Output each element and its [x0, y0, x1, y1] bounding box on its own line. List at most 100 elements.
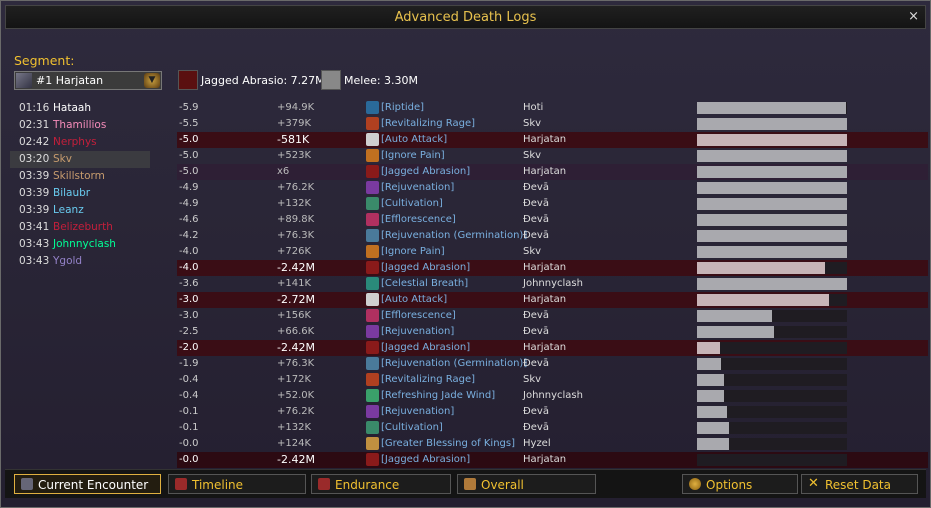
health-bar-track	[697, 374, 847, 386]
death-list-item[interactable]: 03:39 Skillstorm	[10, 168, 150, 185]
health-bar-fill	[697, 134, 847, 146]
log-row[interactable]: -4.6 +89.8K [Efflorescence] Đevā	[177, 212, 928, 228]
spell-icon	[366, 101, 379, 114]
log-source: Johnnyclash	[523, 278, 583, 289]
log-amount: x6	[277, 166, 290, 177]
title-bar[interactable]: Advanced Death Logs ×	[5, 5, 926, 29]
death-list-item[interactable]: 03:43 Johnnyclash	[10, 236, 150, 253]
log-row[interactable]: -0.0 -2.42M [Jagged Abrasion] Harjatan	[177, 452, 928, 468]
death-time: 03:20	[19, 153, 50, 165]
sword-icon	[321, 70, 341, 90]
log-amount: +132K	[277, 198, 312, 209]
log-spell-name: [Rejuvenation (Germination)]	[381, 230, 528, 241]
log-row[interactable]: -0.4 +52.0K [Refreshing Jade Wind] Johnnycl…	[177, 388, 928, 404]
log-source: Harjatan	[523, 166, 567, 177]
log-spell-name: [Riptide]	[381, 102, 425, 113]
death-list-item[interactable]: 03:43 Ygold	[10, 253, 150, 270]
log-row[interactable]: -4.0 -2.42M [Jagged Abrasion] Harjatan	[177, 260, 928, 276]
log-row[interactable]: -0.1 +76.2K [Rejuvenation] Đevā	[177, 404, 928, 420]
death-list-item[interactable]: 02:31 Thamillios	[10, 117, 150, 134]
tab-label: Overall	[481, 478, 524, 492]
window-title: Advanced Death Logs	[394, 10, 537, 25]
spell-icon	[366, 437, 379, 450]
health-bar-fill	[697, 118, 847, 130]
log-row[interactable]: -4.9 +76.2K [Rejuvenation] Đevā	[177, 180, 928, 196]
log-source: Skv	[523, 118, 542, 129]
log-source: Harjatan	[523, 294, 567, 305]
log-amount: +76.3K	[277, 230, 315, 241]
health-bar-track	[697, 326, 847, 338]
death-list-item[interactable]: 03:39 Leanz	[10, 202, 150, 219]
log-row[interactable]: -5.9 +94.9K [Riptide] Hoti	[177, 100, 928, 116]
log-row[interactable]: -5.5 +379K [Revitalizing Rage] Skv	[177, 116, 928, 132]
log-time: -2.0	[179, 342, 199, 353]
log-amount: +523K	[277, 150, 312, 161]
options-button[interactable]: Options	[682, 474, 798, 494]
tab-overall[interactable]: Overall	[457, 474, 596, 494]
log-row[interactable]: -3.6 +141K [Celestial Breath] Johnnyclash	[177, 276, 928, 292]
health-bar-track	[697, 102, 847, 114]
health-bar-track	[697, 358, 847, 370]
log-spell-name: [Jagged Abrasion]	[381, 262, 471, 273]
spell-icon	[366, 213, 379, 226]
log-time: -0.4	[179, 390, 199, 401]
death-list-item[interactable]: 03:20 Skv	[10, 151, 150, 168]
health-bar-fill	[697, 358, 721, 370]
health-bar-fill	[697, 278, 847, 290]
log-time: -5.9	[179, 102, 199, 113]
health-bar-fill	[697, 326, 774, 338]
log-row[interactable]: -5.0 x6 [Jagged Abrasion] Harjatan	[177, 164, 928, 180]
death-list-item[interactable]: 03:39 Bilaubr	[10, 185, 150, 202]
log-row[interactable]: -3.0 -2.72M [Auto Attack] Harjatan	[177, 292, 928, 308]
health-bar-track	[697, 198, 847, 210]
health-bar-track	[697, 438, 847, 450]
segment-selected: #1 Harjatan	[36, 74, 104, 87]
tab-timeline[interactable]: Timeline	[168, 474, 306, 494]
health-bar-fill	[697, 246, 847, 258]
log-amount: +379K	[277, 118, 312, 129]
spell-icon	[366, 293, 379, 306]
log-source: Đevā	[523, 230, 549, 241]
death-player-name: Belizeburth	[53, 221, 113, 233]
death-player-name: Skillstorm	[53, 170, 105, 182]
log-amount: +141K	[277, 278, 312, 289]
log-row[interactable]: -0.0 +124K [Greater Blessing of Kings] Hyze…	[177, 436, 928, 452]
log-time: -0.1	[179, 406, 199, 417]
log-row[interactable]: -0.4 +172K [Revitalizing Rage] Skv	[177, 372, 928, 388]
reset-data-button[interactable]: ✕ Reset Data	[801, 474, 918, 494]
log-row[interactable]: -1.9 +76.3K [Rejuvenation (Germination)] Đe…	[177, 356, 928, 372]
log-row[interactable]: -0.1 +132K [Cultivation] Đevā	[177, 420, 928, 436]
log-row[interactable]: -4.0 +726K [Ignore Pain] Skv	[177, 244, 928, 260]
log-row[interactable]: -4.9 +132K [Cultivation] Đevā	[177, 196, 928, 212]
death-list-item[interactable]: 02:42 Nerphys	[10, 134, 150, 151]
close-icon[interactable]: ×	[908, 9, 919, 24]
log-row[interactable]: -5.0 +523K [Ignore Pain] Skv	[177, 148, 928, 164]
log-row[interactable]: -3.0 +156K [Efflorescence] Đevā	[177, 308, 928, 324]
tombstone-icon	[464, 478, 476, 490]
chevron-down-icon[interactable]: ▼	[144, 73, 160, 88]
death-list-item[interactable]: 03:41 Belizeburth	[10, 219, 150, 236]
log-amount: +76.2K	[277, 182, 315, 193]
death-list-item[interactable]: 01:16 Hataah	[10, 100, 150, 117]
segment-dropdown[interactable]: #1 Harjatan ▼	[14, 71, 162, 90]
log-spell-name: [Revitalizing Rage]	[381, 118, 476, 129]
health-bar-track	[697, 390, 847, 402]
health-bar-fill	[697, 406, 727, 418]
tab-current-encounter[interactable]: Current Encounter	[14, 474, 161, 494]
log-row[interactable]: -4.2 +76.3K [Rejuvenation (Germination)] Đe…	[177, 228, 928, 244]
death-time: 03:39	[19, 170, 50, 182]
spell-icon	[366, 357, 379, 370]
log-amount: +132K	[277, 422, 312, 433]
log-time: -2.5	[179, 326, 199, 337]
log-row[interactable]: -5.0 -581K [Auto Attack] Harjatan	[177, 132, 928, 148]
log-amount: -2.42M	[277, 341, 315, 354]
log-spell-name: [Revitalizing Rage]	[381, 374, 476, 385]
spell-icon	[366, 421, 379, 434]
log-row[interactable]: -2.0 -2.42M [Jagged Abrasion] Harjatan	[177, 340, 928, 356]
log-row[interactable]: -2.5 +66.6K [Rejuvenation] Đevā	[177, 324, 928, 340]
tab-endurance[interactable]: Endurance	[311, 474, 451, 494]
death-time: 03:41	[19, 221, 50, 233]
spell-icon	[366, 197, 379, 210]
spell-icon	[366, 325, 379, 338]
health-bar-track	[697, 406, 847, 418]
